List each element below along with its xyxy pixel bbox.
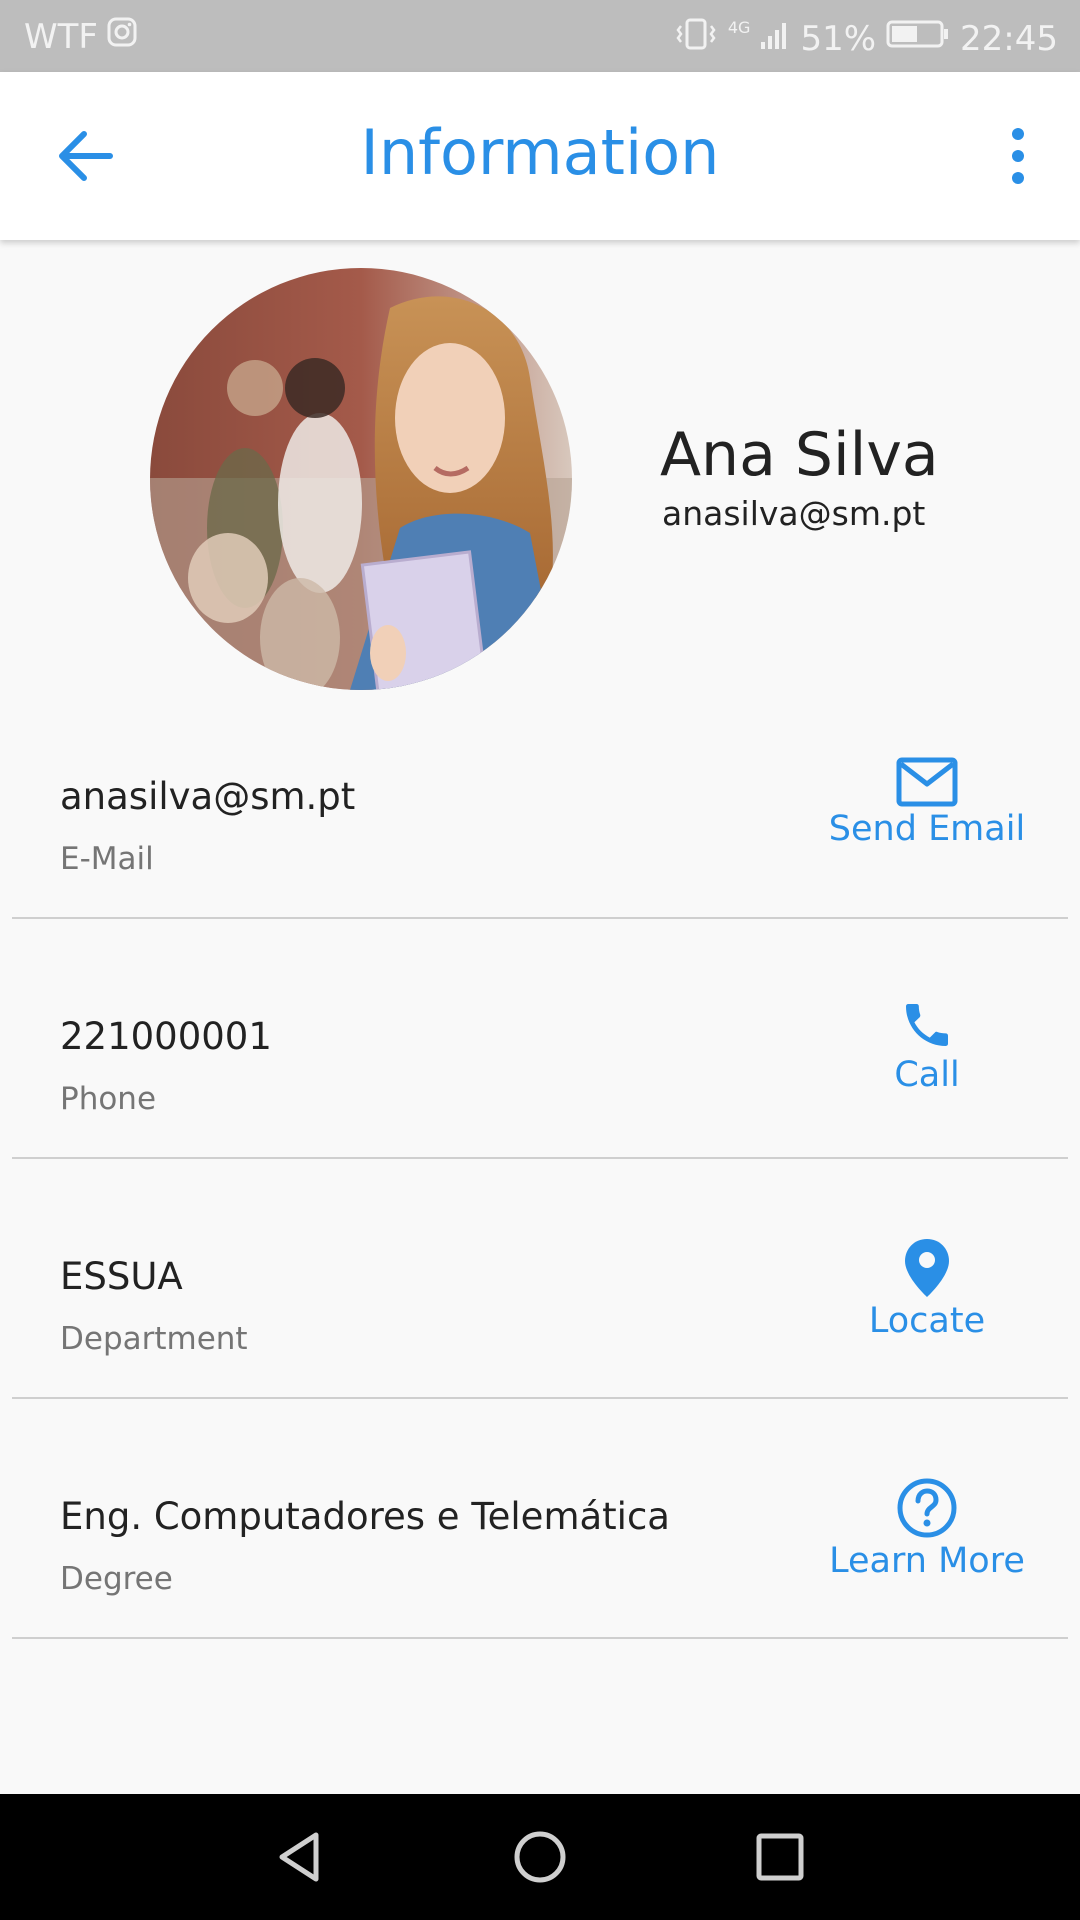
status-bar: WTF 4G 51% 22:45 xyxy=(0,0,1080,72)
circle-home-icon xyxy=(514,1831,566,1883)
send-email-label: Send Email xyxy=(828,809,1026,849)
mail-icon xyxy=(896,757,958,807)
location-pin-icon xyxy=(905,1239,949,1297)
phone-label: Phone xyxy=(60,1081,157,1117)
learn-more-label: Learn More xyxy=(829,1541,1025,1581)
battery-percent: 51% xyxy=(800,18,877,59)
carrier-name: WTF xyxy=(24,16,98,57)
square-recents-icon xyxy=(756,1833,804,1881)
more-vert-icon xyxy=(1012,128,1024,184)
vibrate-icon xyxy=(674,16,718,61)
avatar xyxy=(150,268,572,690)
instagram-icon xyxy=(106,16,138,57)
page-title: Information xyxy=(360,116,720,189)
nav-home-button[interactable] xyxy=(510,1827,570,1887)
info-row-department: ESSUA Department Locate xyxy=(12,1157,1068,1399)
system-nav-bar xyxy=(0,1794,1080,1920)
department-label: Department xyxy=(60,1321,248,1357)
learn-more-button[interactable]: Learn More xyxy=(812,1477,1042,1607)
status-left: WTF xyxy=(24,16,138,57)
locate-label: Locate xyxy=(868,1301,986,1341)
phone-icon xyxy=(906,1004,948,1046)
app-bar: Information xyxy=(0,72,1080,240)
email-label: E-Mail xyxy=(60,841,154,877)
send-email-button[interactable]: Send Email xyxy=(812,757,1042,887)
triangle-back-icon xyxy=(279,1832,319,1882)
department-value: ESSUA xyxy=(60,1255,183,1298)
info-row-phone: 221000001 Phone Call xyxy=(12,917,1068,1159)
status-right: 4G 51% 22:45 xyxy=(674,16,1058,61)
network-type: 4G xyxy=(727,18,751,37)
nav-recents-button[interactable] xyxy=(750,1827,810,1887)
email-value: anasilva@sm.pt xyxy=(60,775,356,818)
info-row-email: anasilva@sm.pt E-Mail Send Email xyxy=(12,677,1068,919)
clock: 22:45 xyxy=(960,18,1058,59)
profile-name: Ana Silva xyxy=(660,420,939,490)
locate-button[interactable]: Locate xyxy=(812,1237,1042,1367)
call-button[interactable]: Call xyxy=(812,997,1042,1127)
phone-value: 221000001 xyxy=(60,1015,272,1058)
battery-icon xyxy=(886,18,950,59)
profile-email: anasilva@sm.pt xyxy=(662,494,926,533)
info-row-degree: Eng. Computadores e Telemática Degree Le… xyxy=(12,1397,1068,1639)
overflow-menu-button[interactable] xyxy=(986,124,1050,188)
help-circle-icon xyxy=(897,1478,957,1538)
signal-icon xyxy=(760,18,790,59)
degree-label: Degree xyxy=(60,1561,173,1597)
call-label: Call xyxy=(894,1055,960,1095)
degree-value: Eng. Computadores e Telemática xyxy=(60,1495,670,1538)
nav-back-button[interactable] xyxy=(270,1827,330,1887)
